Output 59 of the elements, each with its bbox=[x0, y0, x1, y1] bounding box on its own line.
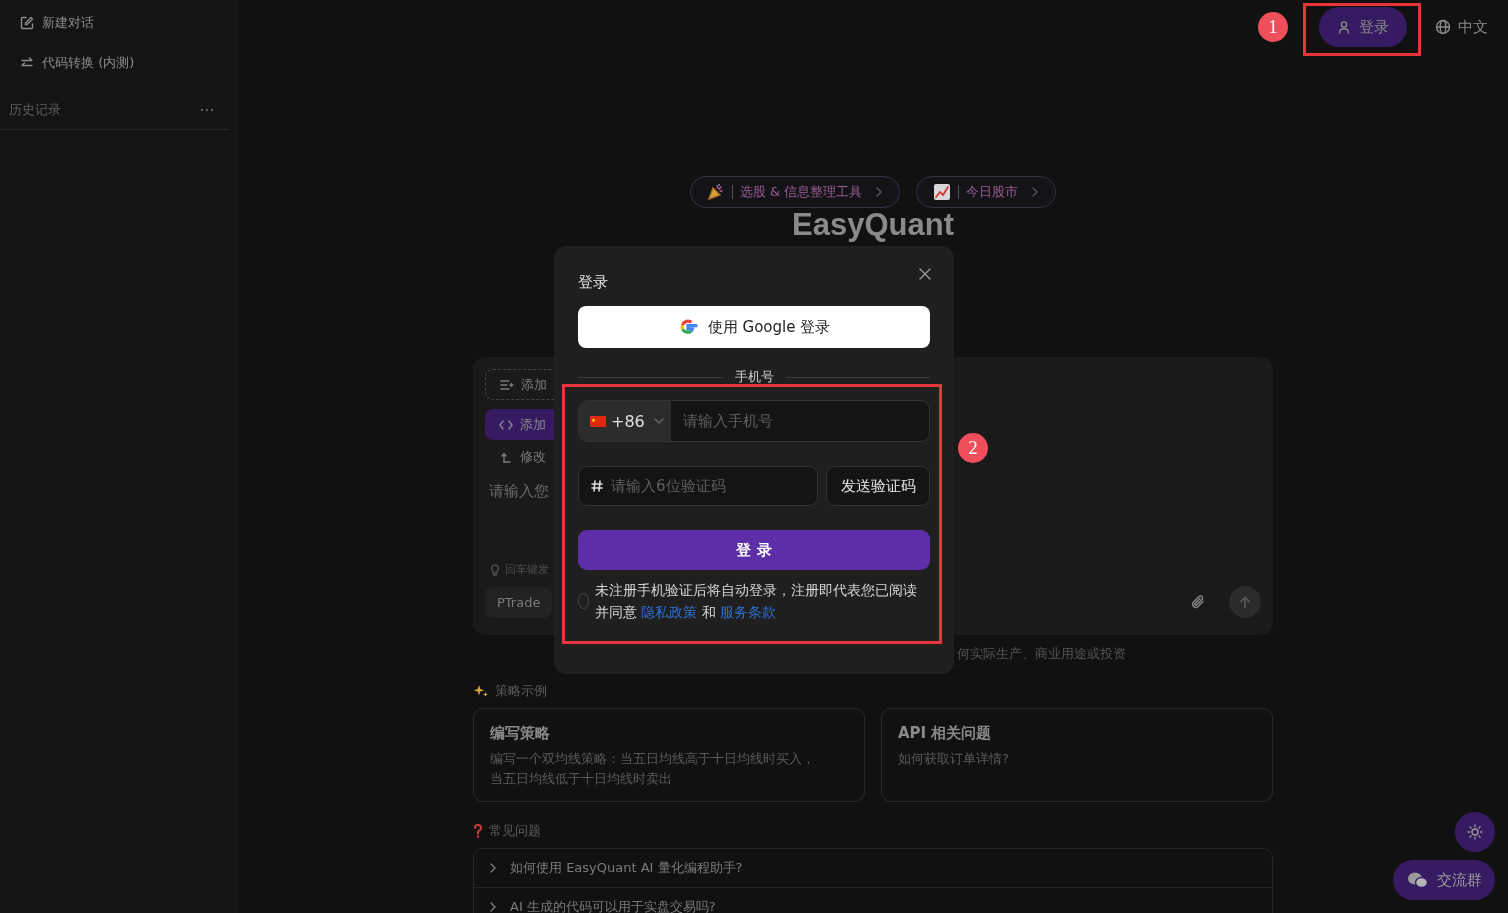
list-add-icon bbox=[500, 378, 514, 391]
code-icon bbox=[499, 418, 513, 431]
party-popper-icon bbox=[706, 183, 725, 201]
edit-icon bbox=[20, 16, 34, 30]
example-title: 编写策略 bbox=[490, 724, 551, 743]
annotation-marker: 1 bbox=[1258, 12, 1288, 42]
hash-icon bbox=[591, 480, 603, 492]
announcement-pill[interactable]: 选股 & 信息整理工具 bbox=[689, 176, 901, 208]
flag-icon bbox=[590, 415, 606, 427]
section-title: 策略示例 bbox=[495, 682, 547, 700]
google-login-button[interactable]: 使用 Google 登录 bbox=[578, 306, 930, 348]
example-text: 如何获取订单详情? bbox=[898, 750, 1010, 768]
send-code-button[interactable]: 发送验证码 bbox=[826, 466, 930, 506]
phone-field[interactable]: +86 请输入手机号 bbox=[578, 400, 930, 442]
terms-link[interactable]: 服务条款 bbox=[719, 604, 776, 620]
example-card[interactable]: API 相关问题 如何获取订单详情? bbox=[881, 708, 1273, 802]
caret-icon bbox=[653, 418, 664, 424]
faq-item[interactable]: AI 生成的代码可以用于实盘交易吗? bbox=[474, 888, 1272, 913]
sidebar-item[interactable]: 新建对话 bbox=[0, 12, 238, 34]
platform-selector[interactable]: PTrade bbox=[485, 586, 553, 618]
prompt-field[interactable]: 请输入您 bbox=[485, 478, 563, 546]
phone-number-field[interactable]: 请输入手机号 bbox=[671, 401, 929, 441]
chevron-right-icon bbox=[1031, 187, 1040, 197]
login-submit-button[interactable]: 登 录 bbox=[578, 530, 930, 570]
send-button[interactable] bbox=[1229, 586, 1261, 618]
mode-chip[interactable]: 修改 bbox=[485, 441, 560, 472]
disclaimer-text: 何实际生产、商业用途或投资 bbox=[956, 646, 1127, 662]
country-code-selector[interactable]: +86 bbox=[579, 401, 671, 441]
chat-bubbles-icon bbox=[1406, 871, 1429, 889]
sun-icon bbox=[1467, 824, 1483, 840]
arrow-up-icon bbox=[1239, 596, 1251, 608]
bulb-icon bbox=[490, 563, 500, 576]
community-button[interactable]: 交流群 bbox=[1393, 860, 1495, 900]
question-mark-icon bbox=[473, 824, 483, 838]
privacy-link[interactable]: 隐私政策 bbox=[641, 604, 698, 620]
agreement-text: 未注册手机验证后将自动登录，注册即代表您已阅读并同意 隐私政策 和 服务条款 bbox=[595, 581, 918, 622]
close-button[interactable] bbox=[917, 266, 933, 282]
login-button[interactable]: 登录 bbox=[1319, 7, 1407, 47]
app-title: EasyQuant bbox=[791, 208, 955, 241]
chevron-right-icon bbox=[875, 187, 884, 197]
example-title: API 相关问题 bbox=[898, 724, 993, 743]
theme-toggle-button[interactable] bbox=[1455, 812, 1495, 852]
verification-code-field[interactable]: 请输入6位验证码 bbox=[603, 477, 817, 495]
history-heading: 历史记录 bbox=[9, 100, 61, 119]
divider-label: 手机号 bbox=[734, 368, 774, 386]
return-arrow-icon bbox=[501, 450, 513, 463]
close-icon bbox=[919, 268, 931, 280]
section-title: 常见问题 bbox=[489, 822, 541, 840]
paperclip-icon bbox=[1191, 595, 1205, 609]
language-button[interactable]: 中文 bbox=[1435, 17, 1488, 37]
announcement-pill[interactable]: 今日股市 bbox=[916, 176, 1057, 208]
faq-item[interactable]: 如何使用 EasyQuant AI 量化编程助手? bbox=[474, 849, 1272, 888]
chart-up-icon bbox=[933, 183, 952, 201]
more-icon bbox=[200, 107, 214, 112]
globe-icon bbox=[1435, 19, 1451, 35]
user-icon bbox=[1337, 20, 1351, 34]
dialog-title: 登录 bbox=[578, 272, 608, 292]
code-field[interactable]: 请输入6位验证码 bbox=[578, 466, 818, 506]
sidebar-item[interactable]: 代码转换 (内测) bbox=[0, 52, 238, 74]
